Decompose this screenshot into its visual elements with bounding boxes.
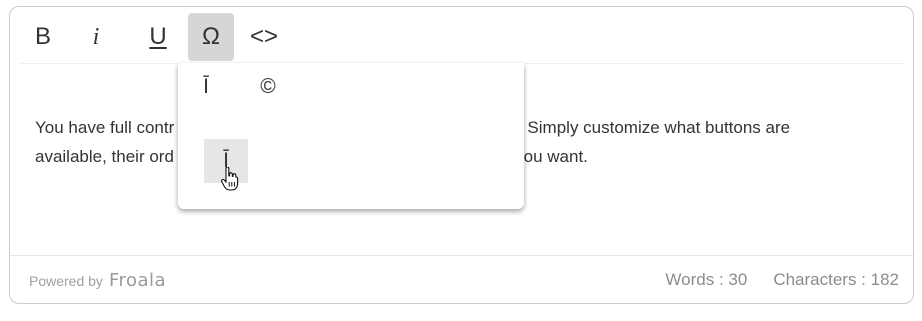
word-count: Words : 30 — [665, 270, 748, 289]
content-line-2-left: available, their ord — [35, 147, 174, 166]
footer: Powered by Froala Words : 30 Characters … — [10, 255, 913, 304]
copyright-char-item[interactable]: © — [246, 65, 290, 109]
italic-button[interactable]: i — [73, 13, 119, 61]
content-line-1-left: You have full contr — [35, 118, 175, 137]
bold-button[interactable]: B — [20, 13, 66, 61]
powered-by[interactable]: Powered by Froala — [29, 270, 166, 291]
toolbar: B i U Ω <> — [20, 11, 905, 64]
code-view-button[interactable]: <> — [241, 13, 287, 61]
character-count: Characters : 182 — [773, 270, 899, 289]
counters: Words : 30 Characters : 182 — [665, 270, 899, 290]
powered-by-label: Powered by — [29, 273, 103, 289]
froala-logo: Froala — [108, 270, 167, 291]
content-line-1-right: ity. Simply customize what buttons are — [502, 118, 791, 137]
underline-button[interactable]: U — [135, 13, 181, 61]
special-characters-button[interactable]: Ω — [188, 13, 234, 61]
hand-pointer-icon — [221, 167, 239, 191]
special-char-item[interactable]: Ī — [184, 65, 228, 109]
